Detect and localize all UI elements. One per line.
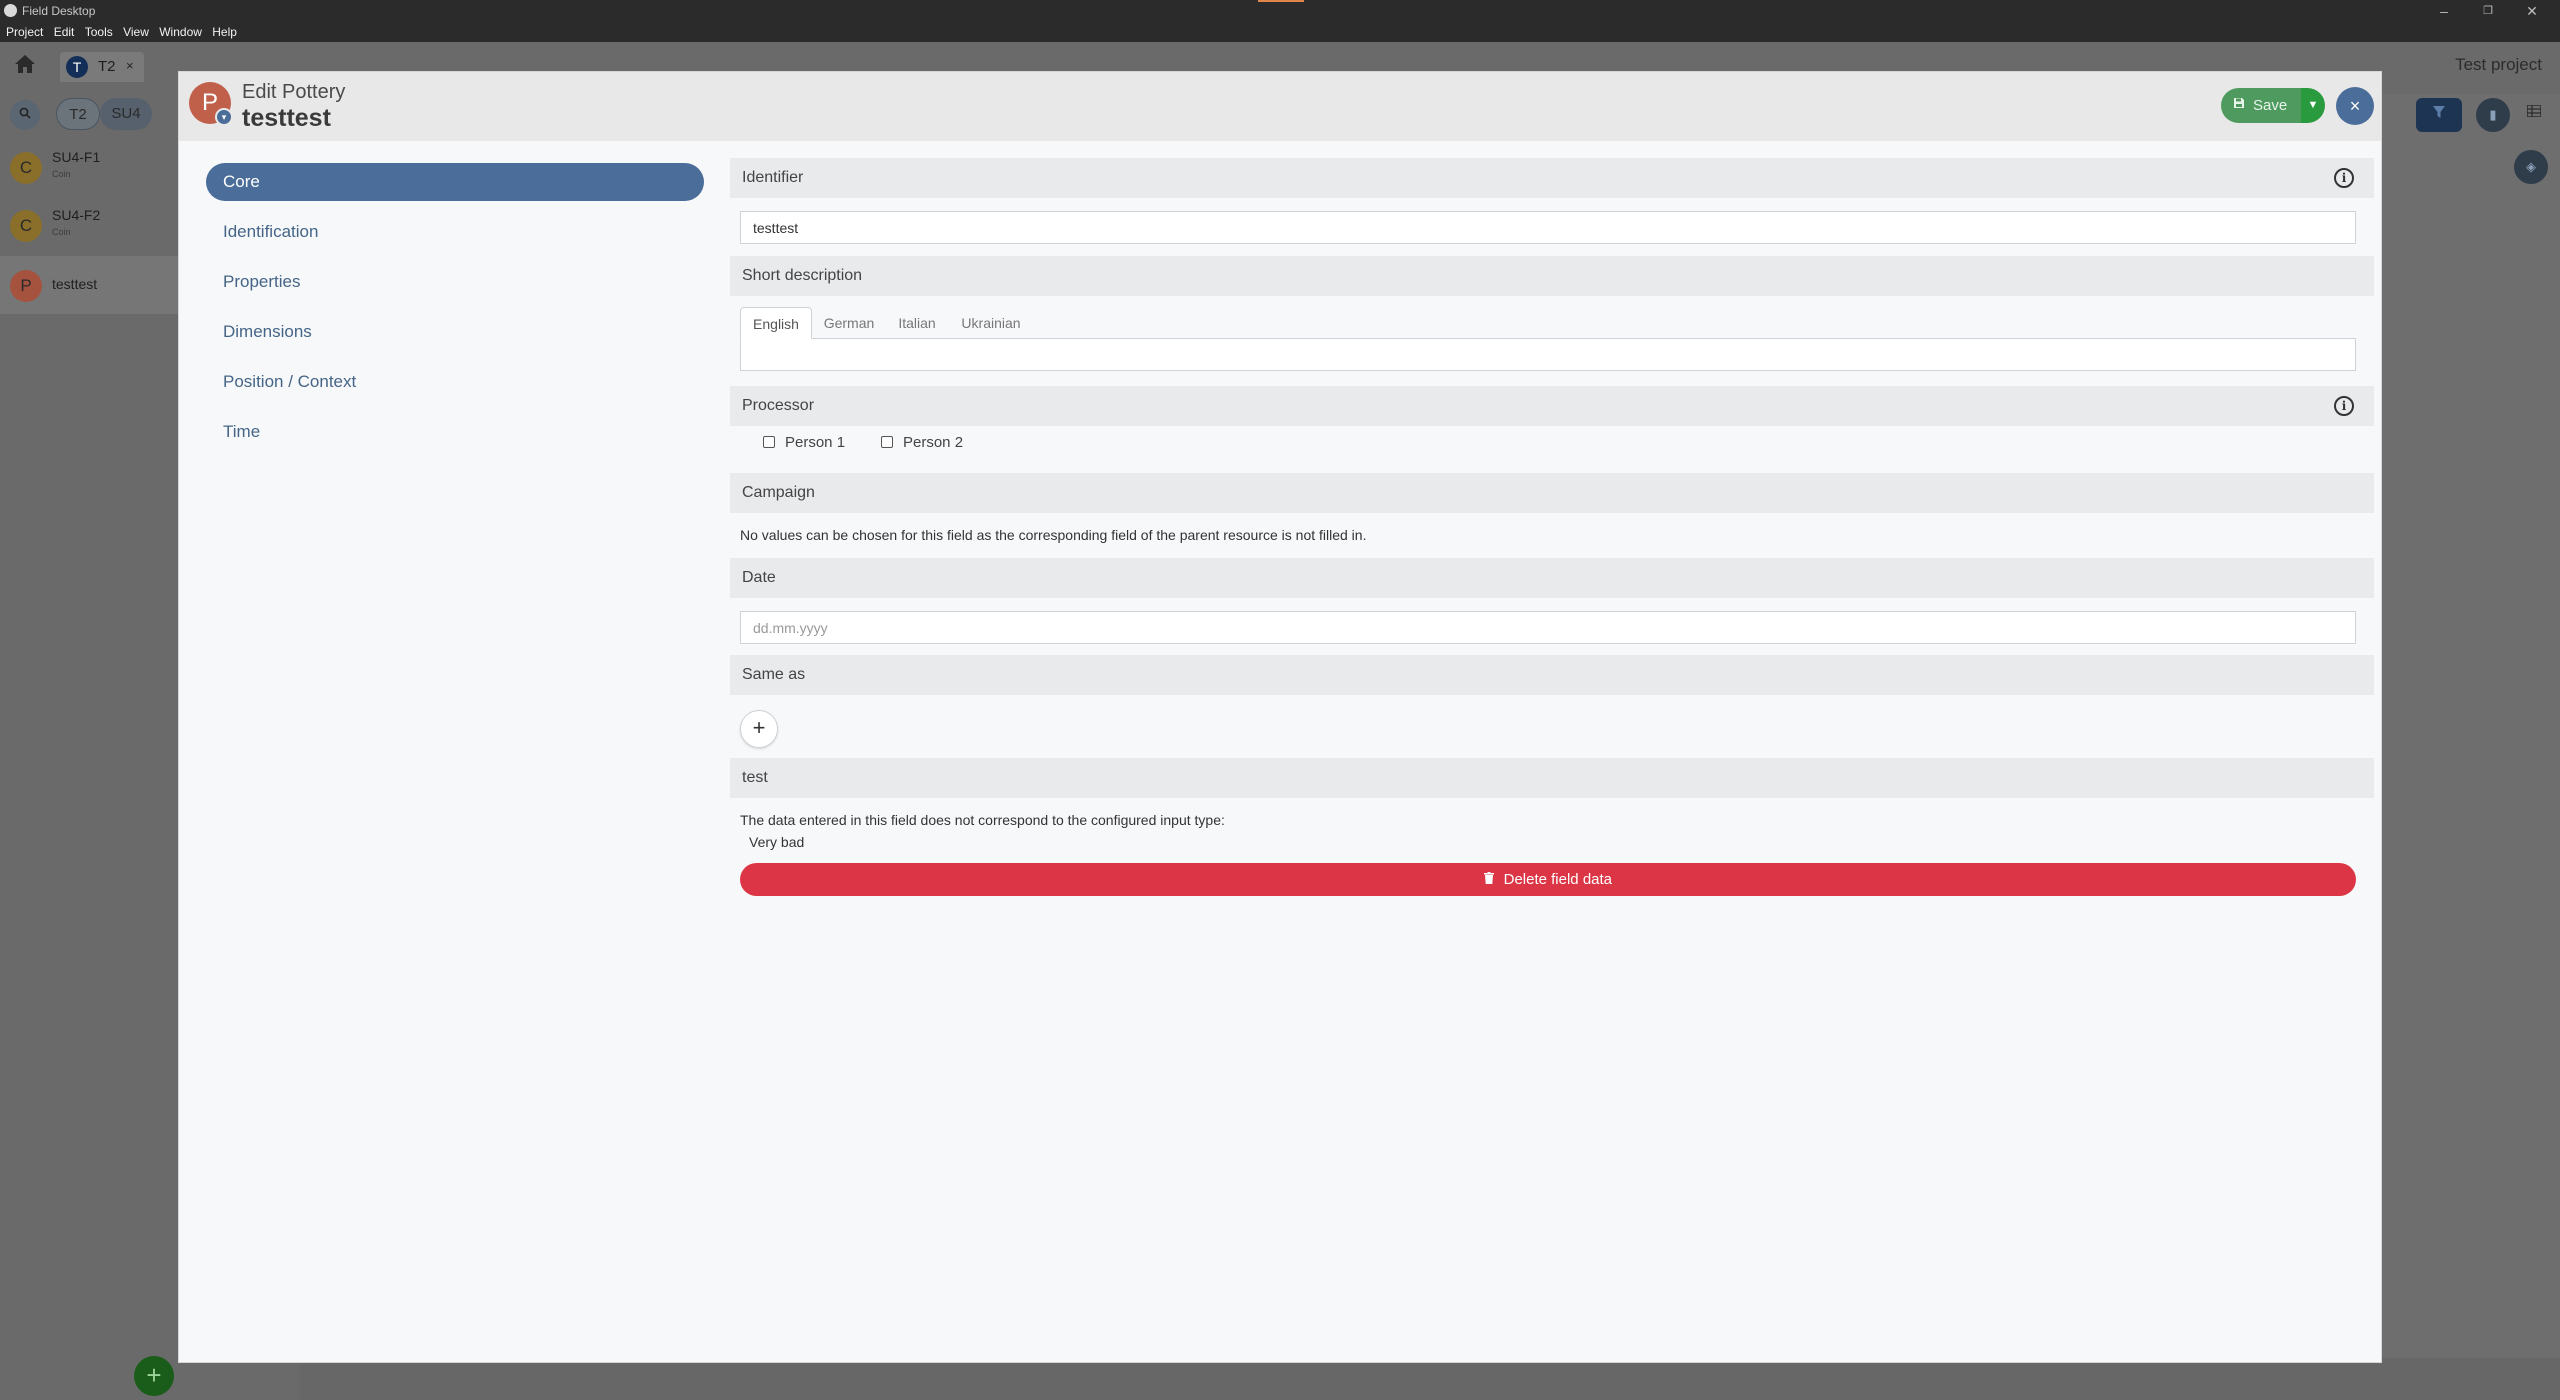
field-header-same-as: Same as: [730, 655, 2374, 695]
field-label-short-description: Short description: [742, 267, 863, 284]
category-badge: C: [10, 210, 42, 242]
save-icon: [2233, 88, 2245, 123]
delete-field-data-button[interactable]: Delete field data: [740, 863, 2356, 896]
filter-icon[interactable]: [2416, 98, 2462, 132]
save-button[interactable]: Save: [2221, 88, 2301, 123]
group-identification[interactable]: Identification: [206, 213, 704, 251]
language-tab-german[interactable]: German: [816, 307, 882, 339]
trash-icon: [1483, 872, 1498, 887]
home-icon[interactable]: [14, 54, 40, 80]
list-item[interactable]: C SU4-F1 Coin: [0, 138, 180, 196]
checkbox-label: Person 1: [785, 434, 846, 451]
minimize-icon[interactable]: –: [2434, 2, 2454, 20]
field-label-campaign: Campaign: [742, 484, 815, 501]
list-item-selected[interactable]: P testtest: [0, 256, 180, 314]
breadcrumb-su4[interactable]: SU4: [100, 98, 152, 130]
titlebar-accent: [1258, 0, 1304, 2]
restore-icon[interactable]: ❐: [2478, 2, 2498, 20]
project-tab-label: T2: [98, 58, 116, 75]
group-properties[interactable]: Properties: [206, 263, 704, 301]
group-time[interactable]: Time: [206, 413, 704, 451]
list-item[interactable]: C SU4-F2 Coin: [0, 196, 180, 254]
checkbox[interactable]: [763, 436, 775, 448]
checkbox-person-2[interactable]: Person 2: [881, 434, 963, 451]
field-header-identifier: Identifier i: [730, 158, 2374, 198]
list-item-title: SU4-F2: [52, 207, 101, 223]
menubar: Project Edit Tools View Window Help: [0, 22, 2560, 42]
language-tab-english[interactable]: English: [740, 307, 812, 339]
grid-view-icon[interactable]: [2522, 104, 2546, 128]
menu-project[interactable]: Project: [6, 22, 50, 39]
modal-header: P ▾ Edit Pottery testtest Save ▼ ×: [179, 72, 2381, 141]
field-header-test: test: [730, 758, 2374, 798]
modal-type-label: Edit Pottery: [242, 81, 346, 103]
bottom-bar: [0, 1358, 2560, 1400]
field-label-date: Date: [742, 569, 776, 586]
list-item-title: SU4-F1: [52, 149, 101, 165]
field-label-same-as: Same as: [742, 666, 806, 683]
menu-help[interactable]: Help: [212, 22, 244, 39]
language-tab-ukrainian[interactable]: Ukrainian: [951, 307, 1031, 339]
menu-window[interactable]: Window: [159, 22, 209, 39]
field-header-short-description: Short description: [730, 256, 2374, 296]
list-item-subtitle: Coin: [52, 227, 71, 237]
modal-identifier: testtest: [242, 104, 331, 132]
search-icon[interactable]: [10, 100, 40, 130]
language-tab-italian[interactable]: Italian: [889, 307, 945, 339]
field-label-test: test: [742, 769, 768, 786]
close-tab-icon[interactable]: ×: [126, 58, 134, 73]
menu-view[interactable]: View: [123, 22, 156, 39]
save-options-chevron-icon[interactable]: ▼: [2301, 88, 2325, 123]
close-modal-button[interactable]: ×: [2336, 87, 2374, 125]
category-badge: P: [10, 270, 42, 302]
resource-list: C SU4-F1 Coin C SU4-F2 Coin P testtest: [0, 138, 180, 1358]
menu-edit[interactable]: Edit: [54, 22, 82, 39]
breadcrumb-t2[interactable]: T2: [56, 98, 100, 130]
invalid-data-value: Very bad: [749, 834, 805, 850]
menu-tools[interactable]: Tools: [85, 22, 120, 39]
field-header-date: Date: [730, 558, 2374, 598]
group-dimensions[interactable]: Dimensions: [206, 313, 704, 351]
layers-icon[interactable]: ◈: [2514, 150, 2548, 184]
group-core[interactable]: Core: [206, 163, 704, 201]
field-header-campaign: Campaign: [730, 473, 2374, 513]
project-tab-badge: T: [66, 56, 88, 78]
field-header-processor: Processor i: [730, 386, 2374, 426]
field-label-processor: Processor: [742, 397, 815, 414]
group-position-context[interactable]: Position / Context: [206, 363, 704, 401]
list-item-subtitle: Coin: [52, 169, 71, 179]
edit-modal: P ▾ Edit Pottery testtest Save ▼ × Core …: [178, 71, 2382, 1363]
info-icon[interactable]: i: [2334, 396, 2354, 416]
window-titlebar: Field Desktop – ❐ ✕: [0, 0, 2560, 22]
chevron-down-icon[interactable]: ▾: [215, 108, 233, 126]
short-description-input[interactable]: [740, 338, 2356, 371]
checkbox[interactable]: [881, 436, 893, 448]
add-resource-button[interactable]: +: [134, 1356, 174, 1396]
delete-field-data-label: Delete field data: [1503, 871, 1613, 888]
list-item-title: testtest: [52, 276, 98, 292]
map-view-icon[interactable]: ▮: [2476, 98, 2510, 132]
invalid-data-message: The data entered in this field does not …: [740, 812, 1225, 828]
info-icon[interactable]: i: [2334, 168, 2354, 188]
project-tab[interactable]: T T2 ×: [60, 52, 144, 82]
add-relation-button[interactable]: +: [740, 710, 778, 748]
app-title: Field Desktop: [22, 4, 96, 18]
field-label-identifier: Identifier: [742, 169, 804, 186]
close-icon[interactable]: ✕: [2522, 2, 2542, 20]
identifier-input[interactable]: [740, 211, 2356, 244]
checkbox-person-1[interactable]: Person 1: [763, 434, 845, 451]
campaign-message: No values can be chosen for this field a…: [740, 527, 1367, 543]
checkbox-label: Person 2: [903, 434, 964, 451]
date-input[interactable]: [740, 611, 2356, 644]
save-button-label: Save: [2253, 97, 2288, 114]
app-logo-icon: [4, 4, 17, 17]
project-name: Test project: [2455, 55, 2542, 74]
category-badge: C: [10, 152, 42, 184]
